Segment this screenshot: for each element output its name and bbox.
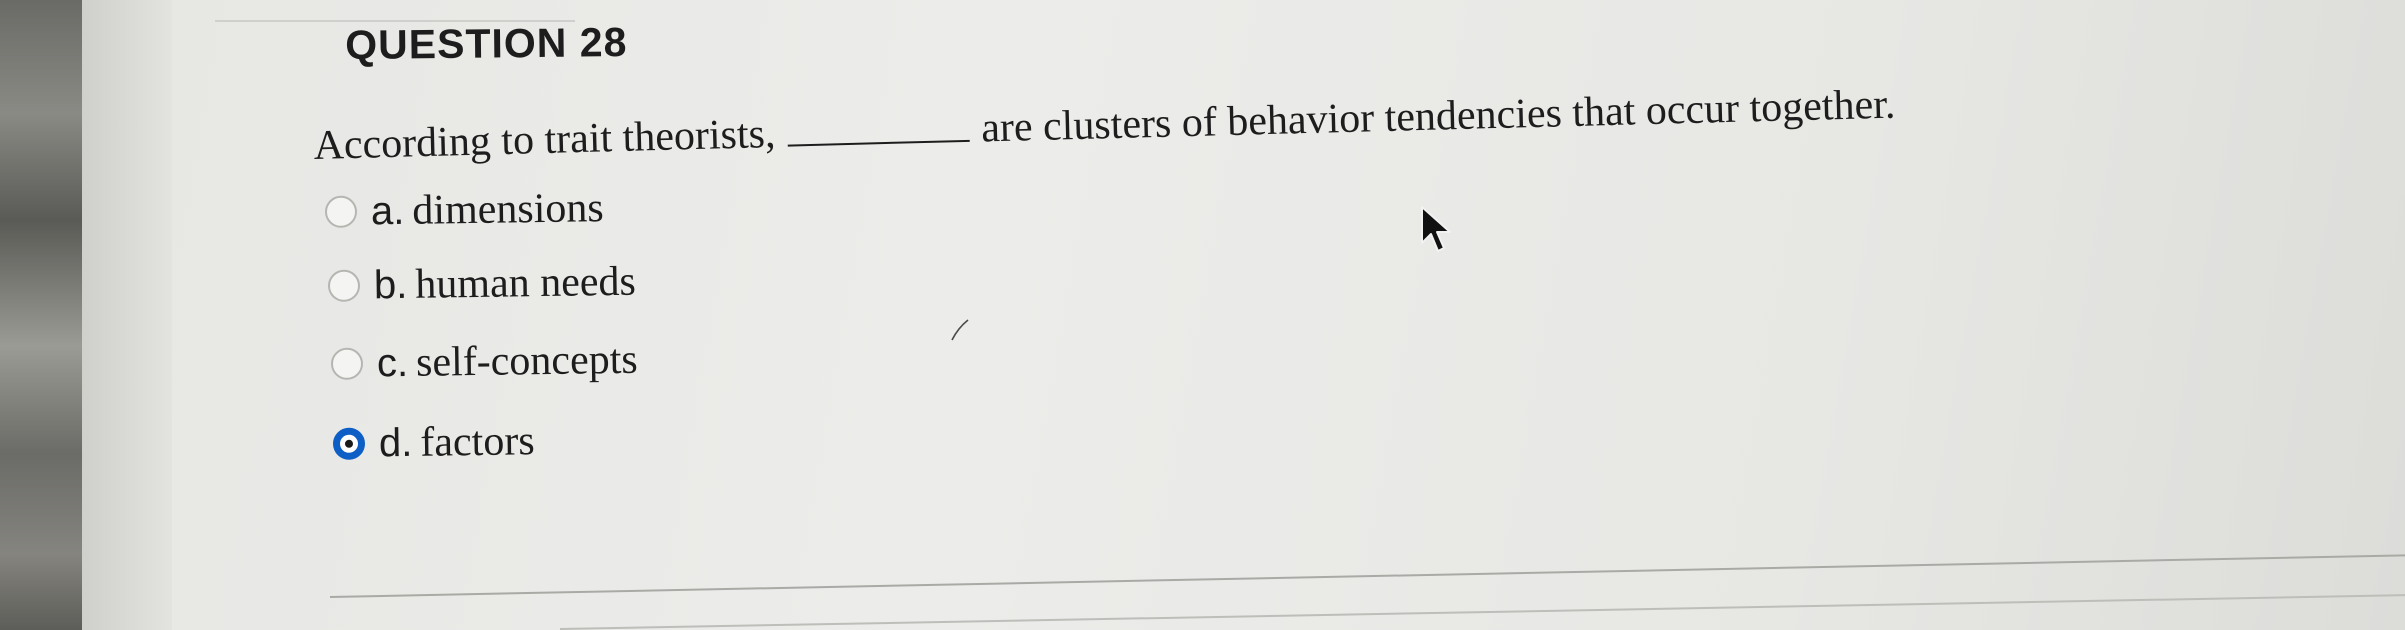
mouse-pointer-icon <box>1421 206 1451 252</box>
bottom-divider <box>329 554 2405 598</box>
question-stem-end: are clusters of behavior tendencies that… <box>980 81 1896 152</box>
option-a-label: dimensions <box>412 185 604 234</box>
question-stem-start: According to trait theorists, <box>313 110 776 169</box>
question-title: QUESTION 28 <box>345 19 628 68</box>
option-d[interactable]: d. factors <box>332 417 535 468</box>
page-margin <box>82 0 172 630</box>
radio-c[interactable] <box>330 347 364 380</box>
option-c-letter: c. <box>376 340 409 385</box>
stray-mark <box>951 319 969 341</box>
screen-bezel-edge <box>0 0 82 630</box>
option-c-label: self-concepts <box>415 336 638 386</box>
option-d-letter: d. <box>378 420 413 465</box>
option-b[interactable]: b. human needs <box>327 258 637 310</box>
radio-a[interactable] <box>324 195 358 228</box>
screen: QUESTION 28 According to trait theorists… <box>0 0 2405 630</box>
lower-divider <box>559 594 2405 630</box>
answer-blank <box>786 109 970 147</box>
radio-b[interactable] <box>327 269 361 302</box>
question-stem: According to trait theorists, are cluster… <box>313 81 1896 170</box>
option-a[interactable]: a. dimensions <box>324 184 604 236</box>
option-c[interactable]: c. self-concepts <box>330 336 638 388</box>
option-d-label: factors <box>420 418 535 466</box>
radio-d-selected[interactable] <box>332 427 366 460</box>
option-b-letter: b. <box>373 262 408 307</box>
option-a-letter: a. <box>370 188 405 233</box>
option-b-label: human needs <box>415 258 637 308</box>
